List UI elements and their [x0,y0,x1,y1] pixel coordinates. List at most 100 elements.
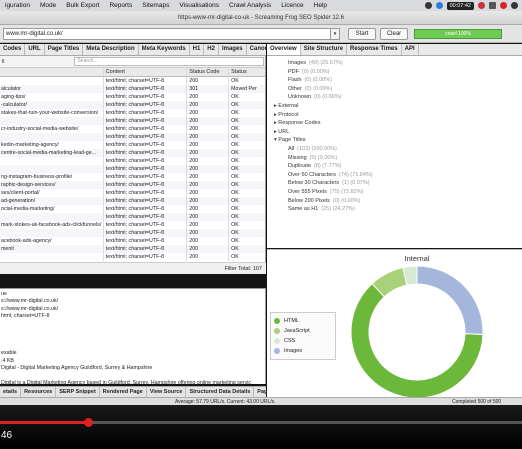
tab-url[interactable]: URL [25,44,45,55]
overview-tree-item[interactable]: Missing (0) (0.00%) [267,154,522,163]
wifi-icon[interactable] [511,2,518,9]
tab-rendered-page[interactable]: Rendered Page [100,387,147,397]
table-row[interactable]: stakes-that-ruin-your-website-conversion… [0,109,265,117]
tab-response-codes[interactable]: Codes [0,44,26,55]
start-button[interactable]: Start [348,27,376,40]
overview-tree-item[interactable]: Over 60 Characters (74) (71.84%) [267,171,522,180]
table-row[interactable]: text/html; charset=UTF-8 200 OK [0,165,265,173]
table-row[interactable]: aging-tips/text/html; charset=UTF-8 200 OK [0,93,265,101]
column-header-status[interactable]: Status [229,68,265,76]
tab-meta-description[interactable]: Meta Description [83,44,139,55]
tab-page-titles[interactable]: Page Titles [45,44,84,55]
table-row[interactable]: ses/client-portal/text/html; charset=UTF… [0,189,265,197]
clear-button[interactable]: Clear [380,27,408,40]
overview-item-label: Over 555 Pixels [288,188,327,195]
table-cell: 301 [187,85,230,93]
menu-crawl-analysis[interactable]: Crawl Analysis [224,2,276,9]
table-row[interactable]: text/html; charset=UTF-8 200 OK [0,117,265,125]
tab-url-details[interactable]: etails [0,387,22,397]
table-row[interactable]: text/html; charset=UTF-8 200 OK [0,253,265,261]
overview-tree-item[interactable]: Over 555 Pixels (75) (72.82%) [267,188,522,197]
overview-tree-item[interactable]: Flash (0) (0.00%) [267,76,522,85]
tab-images[interactable]: Images [219,44,247,55]
search-input[interactable]: Search... [74,57,265,66]
overview-tree-item[interactable]: Below 30 Characters (1) (0.97%) [267,179,522,188]
tab-overview[interactable]: Overview [267,44,301,55]
table-row[interactable]: ment/text/html; charset=UTF-8 200 OK [0,245,265,253]
table-row[interactable]: ocial-media-marketing/text/html; charset… [0,205,265,213]
skype-icon[interactable] [489,2,496,9]
overview-tree-item[interactable]: Images (49) (25.67%) [267,59,522,68]
filter-dropdown[interactable]: ll [0,59,4,65]
clock-display[interactable]: 00:07:42 [446,1,474,10]
overview-tree-item[interactable]: Duplicate (8) (7.77%) [267,162,522,171]
tab-meta-keywords[interactable]: Meta Keywords [139,44,190,55]
overview-tree-item[interactable]: Other (0) (0.00%) [267,85,522,94]
tab-resources[interactable]: Resources [21,387,57,397]
url-input[interactable]: www.mr-digital.co.uk/ [3,27,331,40]
donut-slice-images[interactable] [416,265,484,336]
table-row[interactable]: alculator text/html; charset=UTF-8 301 Move… [0,85,265,93]
dropbox-icon[interactable] [435,2,443,9]
tab-response-times[interactable]: Response Times [347,44,402,55]
table-row[interactable]: kedin-marketing-agency/text/html; charse… [0,141,265,149]
overview-tree-item[interactable]: ▸ URL [267,128,522,137]
table-row[interactable]: raphic-design-services/text/html; charse… [0,181,265,189]
overview-tree-item[interactable]: Unknown (0) (0.00%) [267,93,522,102]
column-header-content[interactable]: Content [104,68,188,76]
legend-item[interactable]: CSS [271,336,335,346]
table-row[interactable]: text/html; charset=UTF-8 200 OK [0,213,265,221]
table-cell: cr-industry-social-media-website/ [0,125,104,133]
adobe-icon[interactable] [500,2,507,9]
table-row[interactable]: mark-stokes-uk-facebook-ads-clickfunnels… [0,221,265,229]
table-row[interactable]: text/html; charset=UTF-8 200 OK [0,77,265,85]
menu-visualisations[interactable]: Visualisations [174,2,224,9]
menu-mode[interactable]: Mode [35,2,61,9]
tab-h2[interactable]: H2 [204,44,219,55]
legend-item[interactable]: JavaScript [271,326,335,336]
table-row[interactable]: -calculator/text/html; charset=UTF-8 200 O… [0,101,265,109]
table-row[interactable]: acebook-ads-agency/text/html; charset=UT… [0,237,265,245]
tab-structured-data-details[interactable]: Structured Data Details [186,387,255,397]
scrubber-handle[interactable] [84,418,93,427]
menu-configuration[interactable]: iguration [0,2,35,9]
table-row[interactable]: text/html; charset=UTF-8 200 OK [0,229,265,237]
column-header-status-code[interactable]: Status Code [187,68,230,76]
table-row[interactable]: cr-industry-social-media-website/text/ht… [0,125,265,133]
tab-site-structure[interactable]: Site Structure [301,44,348,55]
menu-sitemaps[interactable]: Sitemaps [137,2,174,9]
url-dropdown-button[interactable]: ▾ [331,27,340,40]
video-scrubber[interactable] [0,418,522,427]
overview-tree-item[interactable]: ▸ Protocol [267,111,522,120]
location-icon[interactable] [424,2,432,9]
overview-tree-item[interactable]: PDF (0) (0.00%) [267,68,522,77]
overview-tree-item[interactable]: Below 200 Pixels (0) (0.00%) [267,197,522,206]
record-icon[interactable] [478,2,485,9]
overview-tree-item[interactable]: Same as H1 (25) (24.27%) [267,205,522,214]
table-cell: OK [231,110,239,116]
overview-tree-item[interactable]: ▾ Page Titles [267,136,522,145]
tab-view-source[interactable]: View Source [147,387,187,397]
detail-row: ue [1,291,7,297]
table-row[interactable]: centre-social-media-marketing-lead-ge...… [0,149,265,157]
table-row[interactable]: ad-generation/text/html; charset=UTF-8 20… [0,197,265,205]
table-row[interactable]: text/html; charset=UTF-8 200 OK [0,157,265,165]
menu-bulk-export[interactable]: Bulk Export [61,2,104,9]
table-row[interactable]: ng-instagram-business-profile/text/html;… [0,173,265,181]
column-header-address[interactable] [0,68,104,76]
tab-h1[interactable]: H1 [190,44,205,55]
tab-api[interactable]: API [402,44,419,55]
overview-tree-item[interactable]: ▸ Response Codes [267,119,522,128]
legend-item[interactable]: Images [271,346,335,356]
tab-serp-snippet[interactable]: SERP Snippet [56,387,100,397]
menu-reports[interactable]: Reports [104,2,137,9]
overview-tree-item[interactable]: ▸ External [267,102,522,111]
table-cell: OK [231,206,239,212]
menu-licence[interactable]: Licence [276,2,308,9]
table-row[interactable]: text/html; charset=UTF-8 200 OK [0,133,265,141]
table-cell: OK [231,222,239,228]
menu-help[interactable]: Help [309,2,332,9]
overview-tree-item[interactable]: All (103) (100.00%) [267,145,522,154]
legend-item[interactable]: HTML [271,316,335,326]
table-cell: 200 [187,213,230,221]
